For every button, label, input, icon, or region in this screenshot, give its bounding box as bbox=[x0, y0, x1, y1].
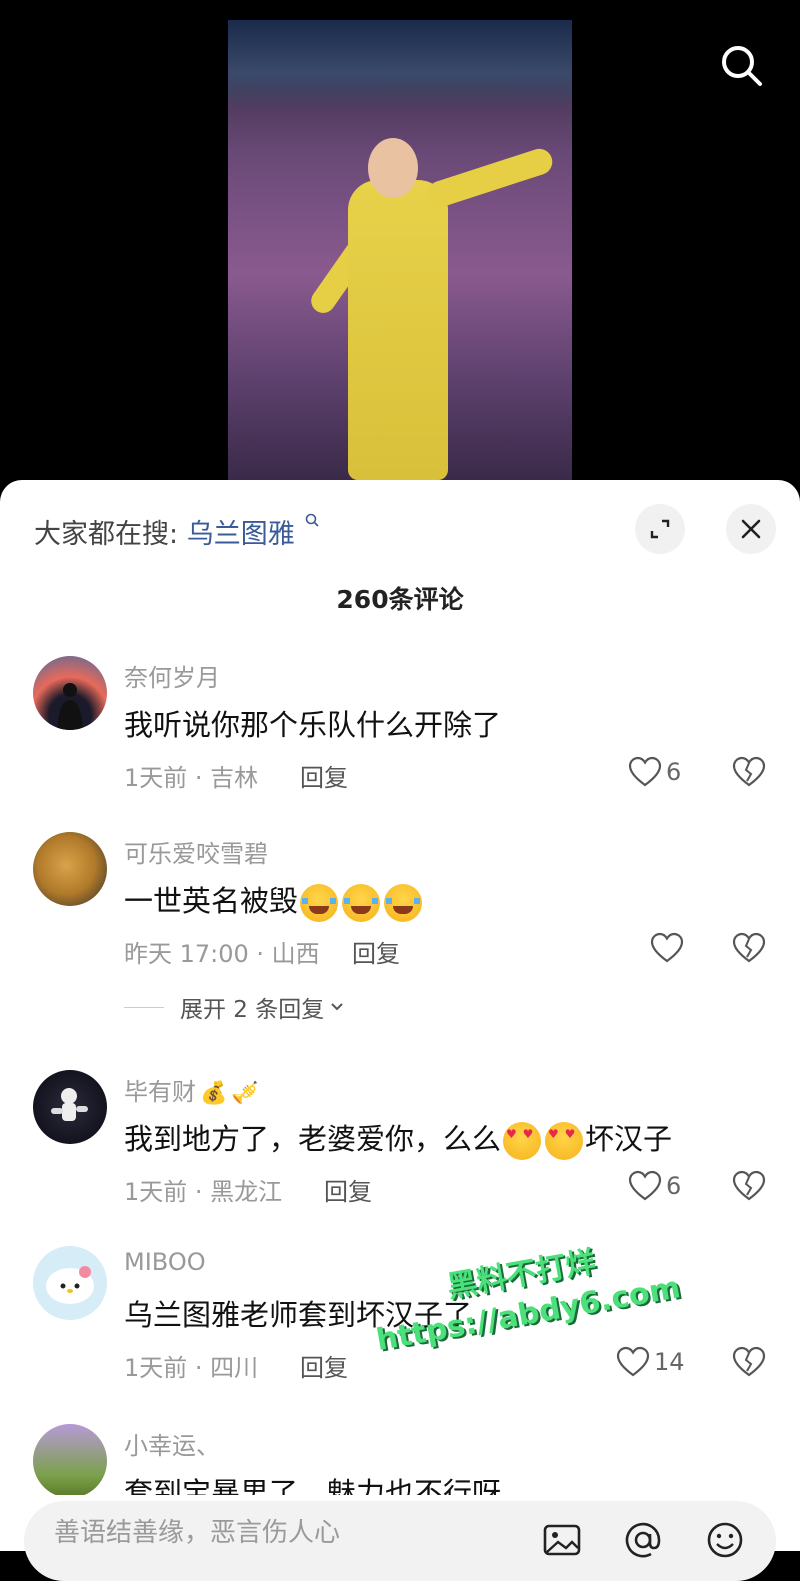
chevron-down-icon bbox=[331, 1003, 343, 1011]
like-button[interactable]: 6 bbox=[628, 756, 681, 788]
crying-emoji-icon bbox=[342, 884, 381, 922]
like-count: 6 bbox=[666, 758, 682, 786]
stage-background bbox=[228, 20, 572, 110]
broken-heart-icon bbox=[732, 932, 766, 963]
reply-button[interactable]: 回复 bbox=[324, 1172, 372, 1207]
avatar[interactable] bbox=[33, 832, 107, 906]
comment-username[interactable]: MIBOO bbox=[124, 1248, 206, 1276]
hot-search-prefix: 大家都在搜: bbox=[34, 519, 179, 550]
like-count: 14 bbox=[654, 1348, 685, 1376]
comment-input[interactable] bbox=[52, 1512, 516, 1554]
like-count: 6 bbox=[666, 1172, 682, 1200]
hot-search-term[interactable]: 乌兰图雅 bbox=[187, 519, 295, 550]
reply-button[interactable]: 回复 bbox=[300, 758, 348, 793]
like-button[interactable]: 6 bbox=[628, 1170, 681, 1202]
at-icon bbox=[625, 1522, 661, 1558]
comment-meta: 昨天 17:00 · 山西 bbox=[124, 940, 320, 968]
heart-eyes-emoji-icon bbox=[545, 1122, 584, 1160]
avatar[interactable] bbox=[33, 1070, 107, 1144]
money-bag-icon: 💰 bbox=[200, 1080, 228, 1106]
comment-username[interactable]: 毕有财 💰 🎺 bbox=[124, 1072, 259, 1107]
trumpet-icon: 🎺 bbox=[231, 1080, 259, 1106]
image-icon bbox=[543, 1524, 581, 1556]
like-button[interactable] bbox=[650, 932, 684, 964]
comment-count: 260条评论 bbox=[336, 585, 464, 614]
dislike-button[interactable] bbox=[732, 756, 766, 792]
avatar[interactable] bbox=[33, 1246, 107, 1320]
hot-search-bar[interactable]: 大家都在搜: 乌兰图雅 bbox=[34, 512, 319, 551]
performer-head bbox=[368, 138, 418, 198]
mention-button[interactable] bbox=[623, 1520, 663, 1560]
username-text: 毕有财 bbox=[124, 1078, 196, 1106]
avatar[interactable] bbox=[33, 656, 107, 730]
emoji-button[interactable] bbox=[705, 1520, 745, 1560]
close-button[interactable] bbox=[726, 504, 776, 554]
expand-replies-label: 展开 2 条回复 bbox=[180, 997, 325, 1023]
expand-icon bbox=[650, 519, 670, 539]
crying-emoji-icon bbox=[384, 884, 423, 922]
small-search-icon bbox=[305, 512, 319, 531]
heart-eyes-emoji-icon bbox=[503, 1122, 542, 1160]
performer-figure bbox=[348, 180, 448, 480]
crying-emoji-icon bbox=[300, 884, 339, 922]
comment-username[interactable]: 小幸运、 bbox=[124, 1426, 220, 1461]
comment-text-part: 坏汉子 bbox=[585, 1122, 673, 1156]
heart-icon bbox=[616, 1346, 650, 1377]
comments-sheet: 大家都在搜: 乌兰图雅 260条评论 奈何岁月 我听说你那个乐队什么开除了 1天 bbox=[0, 480, 800, 1551]
search-button[interactable] bbox=[720, 44, 764, 88]
comment-text: 一世英名被毁 bbox=[124, 878, 424, 922]
heart-icon bbox=[628, 1170, 662, 1201]
reply-button[interactable]: 回复 bbox=[300, 1348, 348, 1383]
dislike-button[interactable] bbox=[732, 932, 766, 968]
comment-text: 乌兰图雅老师套到坏汉子了 bbox=[124, 1298, 473, 1332]
heart-icon bbox=[650, 932, 684, 963]
avatar[interactable] bbox=[33, 1424, 107, 1498]
broken-heart-icon bbox=[732, 1346, 766, 1377]
image-button[interactable] bbox=[542, 1520, 582, 1560]
performer-arm-right bbox=[423, 145, 556, 211]
comment-text-part: 一世英名被毁 bbox=[124, 884, 299, 918]
close-icon bbox=[741, 519, 761, 539]
comment-meta: 1天前 · 吉林 bbox=[124, 764, 259, 792]
sheet-header: 大家都在搜: 乌兰图雅 bbox=[0, 480, 800, 580]
emoji-icon bbox=[707, 1522, 743, 1558]
video-frame bbox=[228, 20, 572, 480]
broken-heart-icon bbox=[732, 1170, 766, 1201]
search-icon bbox=[722, 46, 762, 86]
divider-line bbox=[124, 1006, 164, 1008]
comment-text: 我到地方了，老婆爱你，么么 坏汉子 bbox=[124, 1116, 672, 1160]
comment-text-part: 我到地方了，老婆爱你，么么 bbox=[124, 1122, 502, 1156]
comment-text: 我听说你那个乐队什么开除了 bbox=[124, 708, 502, 742]
comment-meta: 1天前 · 四川 bbox=[124, 1354, 259, 1382]
video-player[interactable] bbox=[0, 0, 800, 500]
expand-replies-button[interactable]: 展开 2 条回复 bbox=[124, 990, 346, 1024]
comment-username[interactable]: 奈何岁月 bbox=[124, 658, 220, 693]
dislike-button[interactable] bbox=[732, 1346, 766, 1382]
comment-username[interactable]: 可乐爱咬雪碧 bbox=[124, 834, 268, 869]
comment-meta: 1天前 · 黑龙江 bbox=[124, 1178, 283, 1206]
expand-button[interactable] bbox=[635, 504, 685, 554]
broken-heart-icon bbox=[732, 756, 766, 787]
reply-button[interactable]: 回复 bbox=[352, 934, 400, 969]
heart-icon bbox=[628, 756, 662, 787]
dislike-button[interactable] bbox=[732, 1170, 766, 1206]
like-button[interactable]: 14 bbox=[616, 1346, 685, 1378]
